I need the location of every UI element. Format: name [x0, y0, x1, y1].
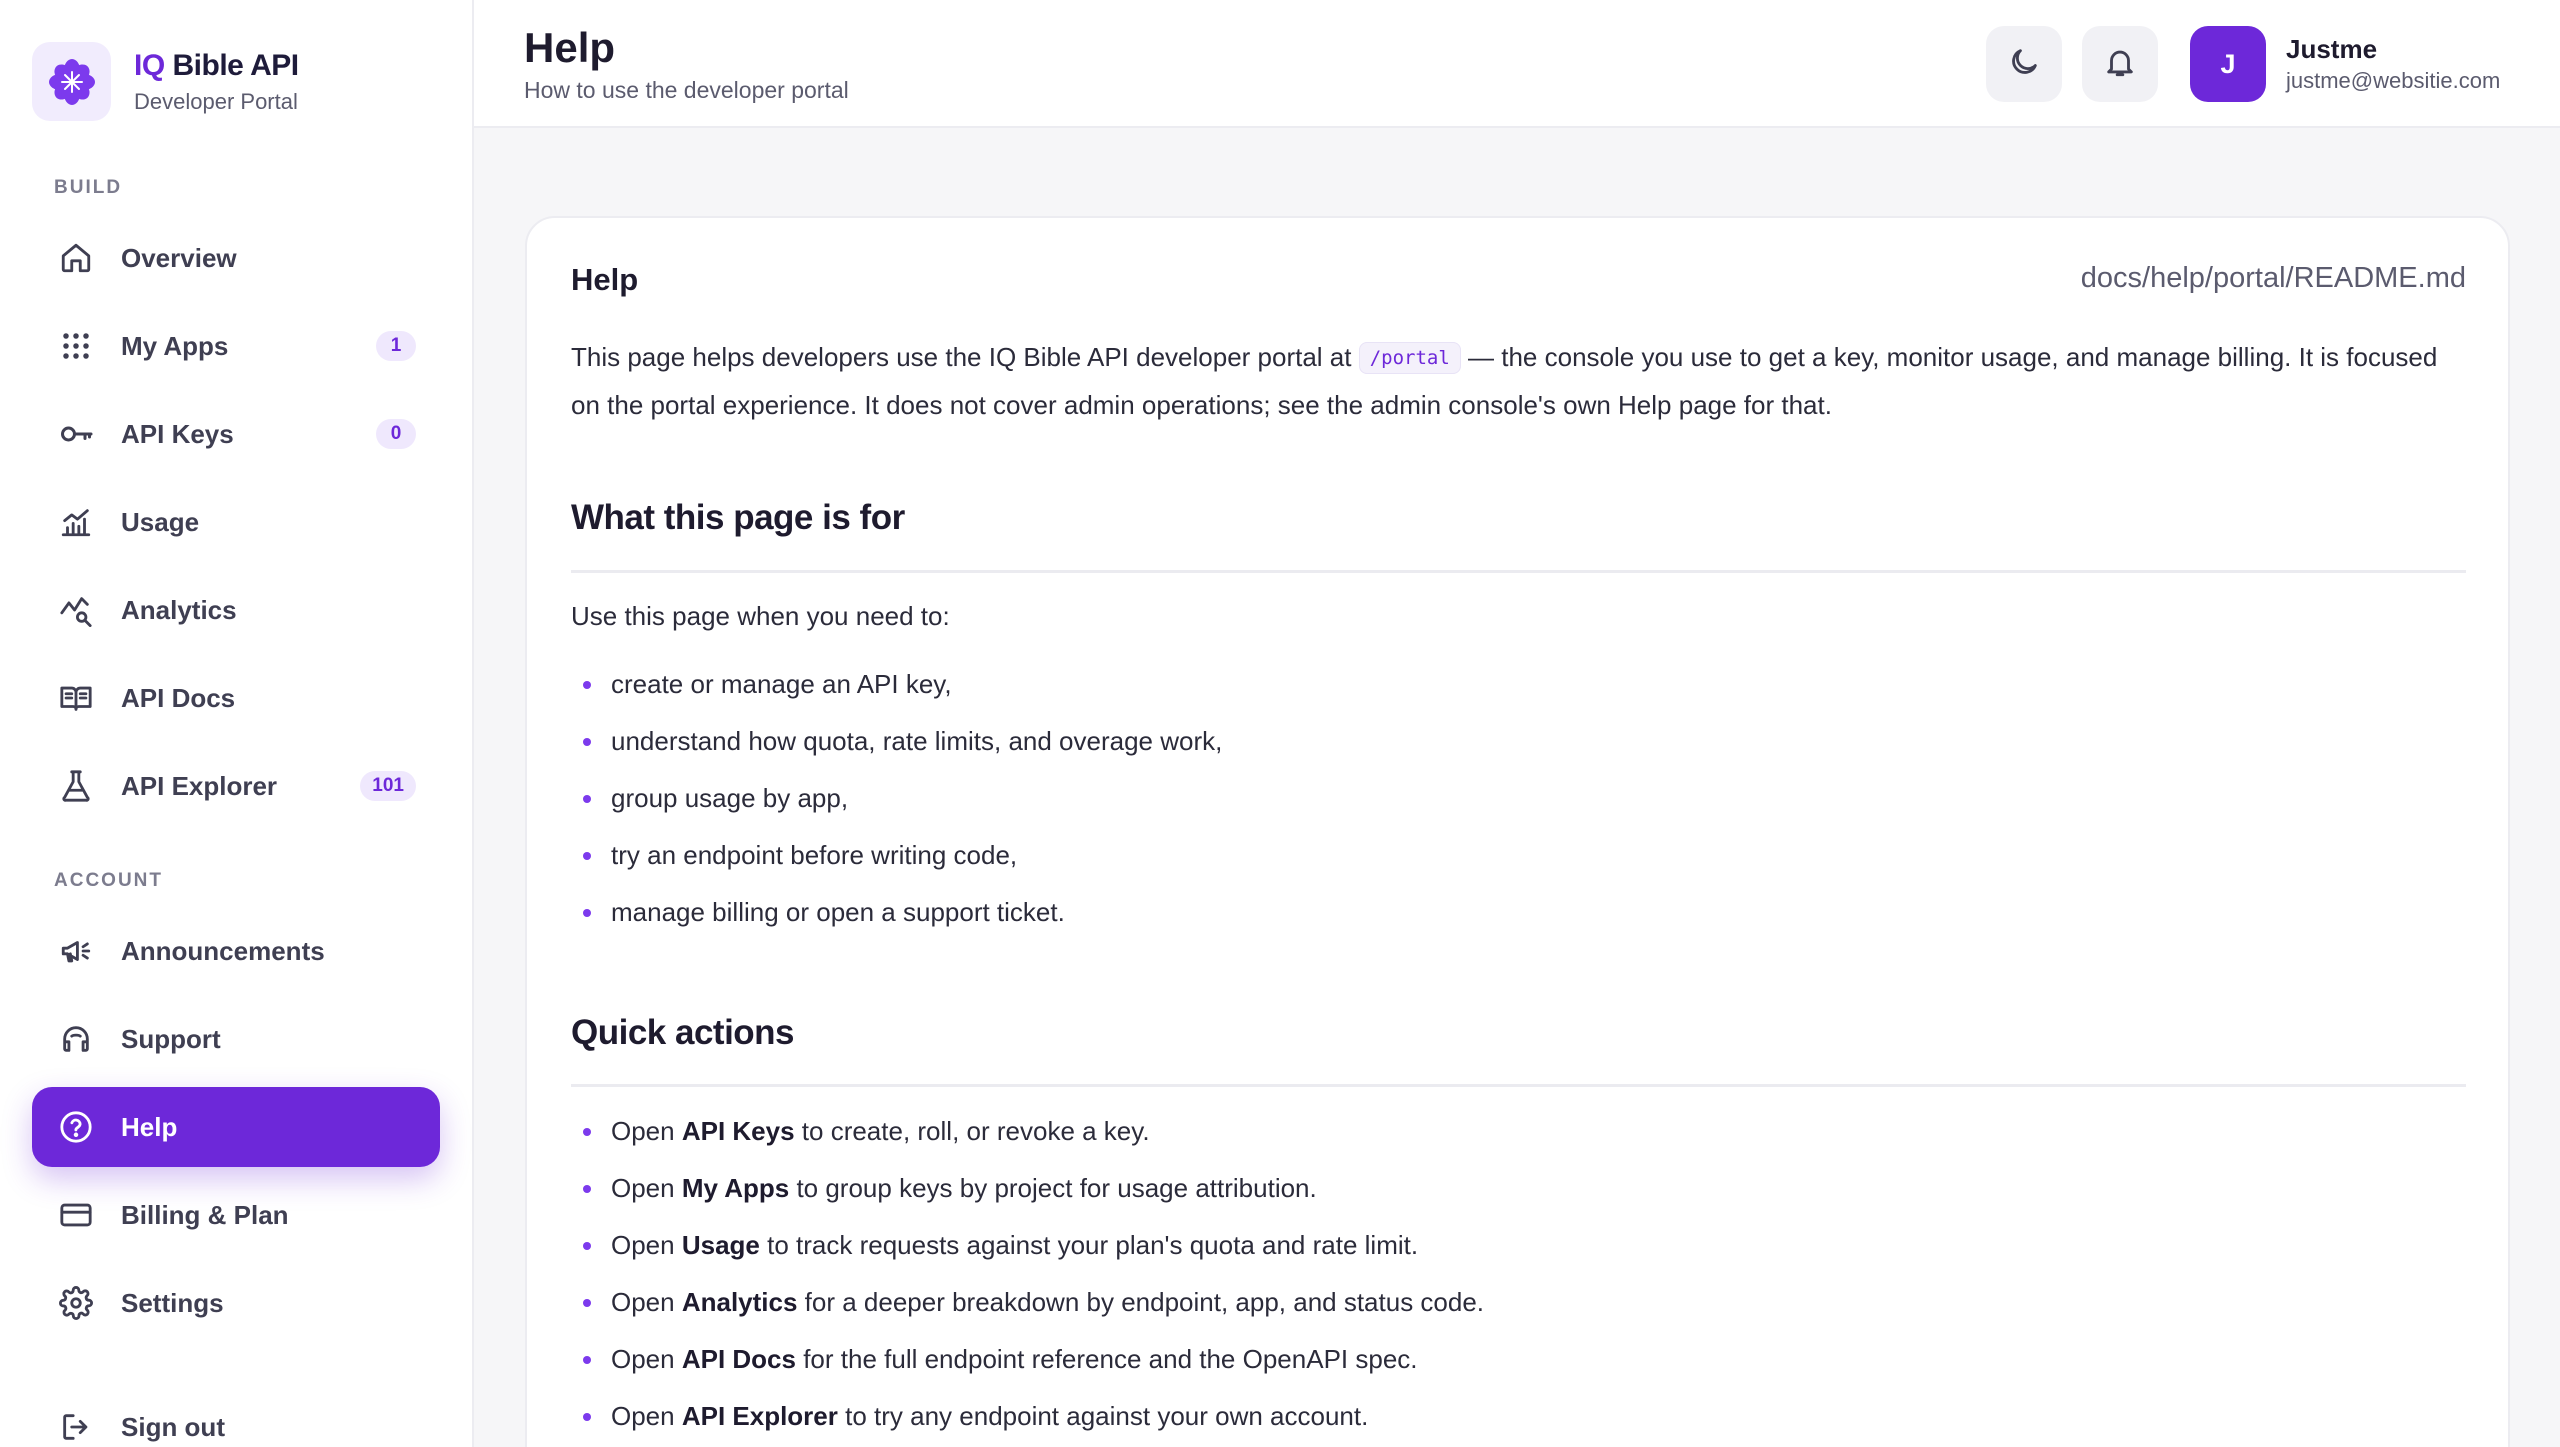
logo-icon [32, 42, 111, 121]
bell-icon [2103, 45, 2137, 84]
sidebar-item-api-explorer[interactable]: API Explorer 101 [32, 746, 440, 826]
brand-subtitle: Developer Portal [134, 88, 298, 114]
list-item: Open My Apps to group keys by project fo… [571, 1168, 1484, 1225]
list-item: Open API Explorer to try any endpoint ag… [571, 1396, 1484, 1447]
doc-path: docs/help/portal/README.md [2080, 262, 2466, 294]
megaphone-icon [58, 933, 94, 969]
section-divider [571, 570, 2466, 573]
quick-actions-list: Open API Keys to create, roll, or revoke… [571, 1111, 1484, 1447]
sidebar-item-label: Usage [121, 506, 200, 537]
sign-out-label: Sign out [121, 1411, 225, 1442]
page-title: Help [524, 24, 616, 71]
link-api-explorer[interactable]: API Explorer [682, 1401, 838, 1431]
help-circle-icon [58, 1109, 94, 1145]
section-paragraph: Use this page when you need to: [571, 601, 950, 631]
list-item: Open API Keys to create, roll, or revoke… [571, 1111, 1484, 1168]
sidebar-item-my-apps[interactable]: My Apps 1 [32, 306, 440, 386]
sidebar-item-label: Billing & Plan [121, 1199, 289, 1230]
link-api-keys[interactable]: API Keys [682, 1116, 795, 1146]
inline-code: /portal [1358, 342, 1461, 374]
card-title: Help [571, 262, 639, 297]
moon-icon [2007, 45, 2041, 84]
list-item: Open API Docs for the full endpoint refe… [571, 1339, 1484, 1396]
list-item: Open Usage to track requests against you… [571, 1225, 1484, 1282]
sidebar-item-label: Help [121, 1111, 178, 1142]
sidebar-item-label: Settings [121, 1287, 224, 1318]
sidebar-item-support[interactable]: Support [32, 999, 440, 1079]
section-heading: What this page is for [571, 498, 905, 537]
list-item: try an endpoint before writing code, [571, 835, 1222, 892]
top-header: Help How to use the developer portal J J… [474, 0, 2560, 128]
user-name: Justme [2286, 34, 2378, 64]
intro-paragraph: This page helps developers use the IQ Bi… [571, 342, 2438, 420]
sidebar-item-help[interactable]: Help [32, 1087, 440, 1167]
count-badge: 101 [360, 771, 416, 801]
home-icon [58, 240, 94, 276]
sidebar-item-label: My Apps [121, 330, 229, 361]
section-divider [571, 1084, 2466, 1087]
theme-toggle-button[interactable] [1986, 26, 2062, 102]
list-item: manage billing or open a support ticket. [571, 892, 1222, 949]
list-item: create or manage an API key, [571, 664, 1222, 721]
list-item: Open Analytics for a deeper breakdown by… [571, 1282, 1484, 1339]
sidebar-item-label: Analytics [121, 594, 237, 625]
avatar[interactable]: J [2190, 26, 2266, 102]
bar-chart-icon [58, 504, 94, 540]
sidebar-item-label: Support [121, 1023, 221, 1054]
sidebar-item-overview[interactable]: Overview [32, 218, 440, 298]
link-analytics[interactable]: Analytics [682, 1287, 798, 1317]
sidebar-item-label: API Explorer [121, 770, 278, 801]
sidebar-item-api-docs[interactable]: API Docs [32, 658, 440, 738]
list-item: group usage by app, [571, 778, 1222, 835]
sidebar-item-billing[interactable]: Billing & Plan [32, 1175, 440, 1255]
count-badge: 1 [376, 331, 416, 361]
section-label-build: BUILD [54, 177, 123, 198]
sidebar-item-label: API Keys [121, 418, 234, 449]
sidebar-item-label: Overview [121, 242, 237, 273]
list-item: understand how quota, rate limits, and o… [571, 721, 1222, 778]
sign-out-button[interactable]: Sign out [32, 1387, 440, 1447]
sidebar-item-announcements[interactable]: Announcements [32, 911, 440, 991]
sign-out-icon [58, 1409, 94, 1445]
key-icon [58, 416, 94, 452]
brand[interactable]: IQ Bible API Developer Portal [32, 42, 299, 121]
help-card: Help docs/help/portal/README.md This pag… [525, 216, 2510, 1447]
link-api-docs[interactable]: API Docs [682, 1344, 796, 1374]
sidebar-item-api-keys[interactable]: API Keys 0 [32, 394, 440, 474]
section-heading: Quick actions [571, 1013, 795, 1052]
sidebar-item-label: Announcements [121, 935, 325, 966]
sidebar: IQ Bible API Developer Portal BUILD Over… [0, 0, 474, 1447]
purpose-list: create or manage an API key, understand … [571, 664, 1222, 949]
page-subtitle: How to use the developer portal [524, 77, 849, 103]
sidebar-item-label: API Docs [121, 682, 236, 713]
headset-icon [58, 1021, 94, 1057]
notifications-button[interactable] [2082, 26, 2158, 102]
user-email: justme@websitie.com [2286, 68, 2501, 93]
link-my-apps[interactable]: My Apps [682, 1173, 789, 1203]
brand-title: IQ Bible API [134, 48, 299, 82]
book-icon [58, 680, 94, 716]
gear-icon [58, 1285, 94, 1321]
link-usage[interactable]: Usage [682, 1230, 760, 1260]
flask-icon [58, 768, 94, 804]
sidebar-item-usage[interactable]: Usage [32, 482, 440, 562]
section-label-account: ACCOUNT [54, 870, 163, 891]
credit-card-icon [58, 1197, 94, 1233]
analytics-icon [58, 592, 94, 628]
count-badge: 0 [376, 419, 416, 449]
sidebar-item-analytics[interactable]: Analytics [32, 570, 440, 650]
sidebar-item-settings[interactable]: Settings [32, 1263, 440, 1343]
grid-icon [58, 328, 94, 364]
